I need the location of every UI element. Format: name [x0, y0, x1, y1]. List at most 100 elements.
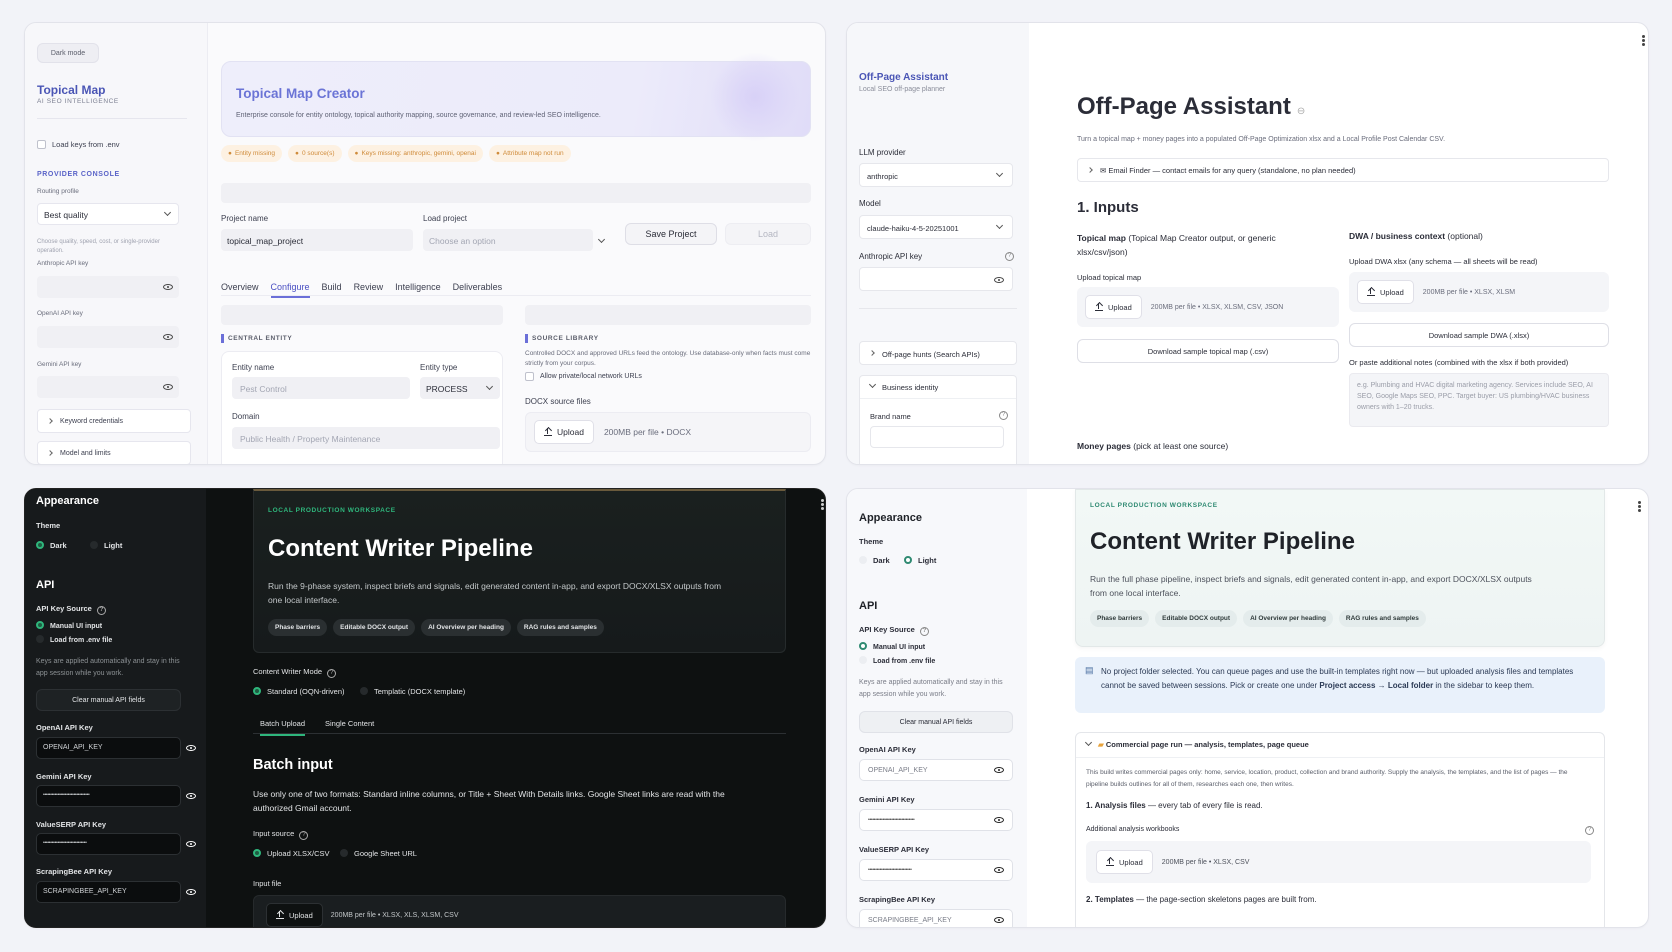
checkbox[interactable]: [525, 372, 534, 381]
help-icon[interactable]: ?: [1005, 252, 1014, 261]
load-button[interactable]: Load: [725, 223, 811, 245]
notes-textarea[interactable]: e.g. Plumbing and HVAC digital marketing…: [1349, 373, 1609, 427]
model-limits-expander[interactable]: Model and limits: [37, 441, 191, 464]
link-icon[interactable]: ⊖: [1297, 106, 1305, 117]
valueserp-input[interactable]: ••••••••••••••••••••••••••••••: [859, 859, 1013, 881]
routing-profile-select[interactable]: Best quality: [37, 203, 179, 225]
theme-light-radio[interactable]: Light: [904, 556, 936, 565]
radio-selected[interactable]: [904, 556, 912, 564]
tab-intelligence[interactable]: Intelligence: [395, 282, 441, 296]
help-icon[interactable]: ?: [299, 831, 309, 840]
eye-icon[interactable]: [186, 889, 196, 895]
clear-fields-button[interactable]: Clear manual API fields: [859, 711, 1013, 733]
download-topical-button[interactable]: Download sample topical map (.csv): [1077, 339, 1339, 363]
domain-input[interactable]: Public Health / Property Maintenance: [232, 427, 500, 449]
more-options-icon[interactable]: [821, 503, 824, 506]
help-icon[interactable]: ?: [919, 627, 929, 636]
eye-icon[interactable]: [994, 867, 1004, 873]
help-icon[interactable]: ?: [999, 411, 1008, 420]
radio-selected[interactable]: [859, 642, 867, 650]
load-env-radio[interactable]: Load from .env file: [859, 656, 935, 665]
radio[interactable]: [36, 635, 44, 643]
scrapingbee-input[interactable]: SCRAPINGBEE_API_KEY: [859, 909, 1013, 927]
eye-icon[interactable]: [994, 767, 1004, 773]
google-sheet-radio[interactable]: Google Sheet URL: [340, 849, 417, 858]
docx-dropzone[interactable]: Upload 200MB per file • DOCX: [525, 412, 811, 452]
eye-icon[interactable]: [163, 334, 173, 340]
keyword-credentials-expander[interactable]: Keyword credentials: [37, 409, 191, 433]
mode-templatic-radio[interactable]: Templatic (DOCX template): [360, 687, 465, 696]
radio[interactable]: [859, 556, 867, 564]
eye-icon[interactable]: [994, 277, 1004, 283]
more-options-icon[interactable]: [1642, 39, 1645, 42]
llm-provider-select[interactable]: anthropic: [859, 163, 1013, 187]
gemini-input[interactable]: ••••••••••••••••••••••••••••••••: [859, 809, 1013, 831]
eye-icon[interactable]: [186, 841, 196, 847]
checkbox[interactable]: [37, 140, 46, 149]
scrapingbee-input[interactable]: SCRAPINGBEE_API_KEY: [36, 881, 196, 903]
eye-icon[interactable]: [994, 917, 1004, 923]
tab-batch-upload[interactable]: Batch Upload: [260, 719, 306, 736]
gemini-input[interactable]: ••••••••••••••••••••••••••••••••: [36, 785, 196, 807]
radio[interactable]: [360, 687, 368, 695]
openai-input[interactable]: OPENAI_API_KEY: [859, 759, 1013, 781]
tab-deliverables[interactable]: Deliverables: [453, 282, 503, 296]
theme-light-radio[interactable]: Light: [90, 541, 122, 550]
upload-button[interactable]: Upload: [1096, 850, 1153, 874]
help-icon[interactable]: ?: [327, 669, 337, 678]
download-dwa-button[interactable]: Download sample DWA (.xlsx): [1349, 323, 1609, 347]
openai-input[interactable]: OPENAI_API_KEY: [36, 737, 196, 759]
commercial-run-expander[interactable]: ▰ Commercial page run — analysis, templa…: [1075, 732, 1605, 927]
tab-single-content[interactable]: Single Content: [325, 719, 374, 728]
brand-name-input[interactable]: [870, 426, 1004, 448]
manual-ui-radio[interactable]: Manual UI input: [36, 621, 102, 630]
model-select[interactable]: claude-haiku-4-5-20251001: [859, 215, 1013, 239]
anthropic-key-input[interactable]: [859, 267, 1013, 291]
eye-icon[interactable]: [994, 817, 1004, 823]
topical-dropzone[interactable]: Upload 200MB per file • XLSX, XLSM, CSV,…: [1077, 287, 1339, 327]
radio[interactable]: [90, 541, 98, 549]
eye-icon[interactable]: [163, 284, 173, 290]
entity-type-select[interactable]: PROCESS: [420, 377, 500, 399]
openai-key-input[interactable]: [37, 326, 179, 348]
tab-build[interactable]: Build: [322, 282, 342, 296]
email-finder-expander[interactable]: ✉ Email Finder — contact emails for any …: [1077, 158, 1609, 182]
upload-button[interactable]: Upload: [534, 420, 594, 444]
radio-selected[interactable]: [36, 621, 44, 629]
eye-icon[interactable]: [186, 745, 196, 751]
entity-name-input[interactable]: Pest Control: [232, 377, 410, 399]
help-icon[interactable]: ?: [1585, 826, 1594, 835]
offpage-hunts-expander[interactable]: Off-page hunts (Search APIs): [859, 341, 1017, 365]
radio[interactable]: [859, 656, 867, 664]
anthropic-key-input[interactable]: [37, 276, 179, 298]
upload-button[interactable]: Upload: [266, 903, 323, 927]
allow-private-row[interactable]: Allow private/local network URLs: [525, 372, 642, 381]
input-file-dropzone[interactable]: Upload 200MB per file • XLSX, XLS, XLSM,…: [253, 895, 786, 927]
project-name-input[interactable]: topical_map_project: [221, 229, 413, 251]
radio[interactable]: [340, 849, 348, 857]
radio-selected[interactable]: [253, 849, 261, 857]
eye-icon[interactable]: [163, 384, 173, 390]
radio-selected[interactable]: [253, 687, 261, 695]
tab-review[interactable]: Review: [354, 282, 384, 296]
dark-mode-button[interactable]: Dark mode: [37, 43, 99, 63]
save-project-button[interactable]: Save Project: [625, 223, 717, 245]
upload-button[interactable]: Upload: [1085, 295, 1142, 319]
tab-overview[interactable]: Overview: [221, 282, 259, 296]
help-icon[interactable]: ?: [96, 606, 106, 615]
manual-ui-radio[interactable]: Manual UI input: [859, 642, 925, 651]
upload-xlsx-radio[interactable]: Upload XLSX/CSV: [253, 849, 330, 858]
mode-standard-radio[interactable]: Standard (OQN-driven): [253, 687, 345, 696]
eye-icon[interactable]: [186, 793, 196, 799]
load-keys-checkbox-row[interactable]: Load keys from .env: [37, 140, 120, 149]
more-options-icon[interactable]: [1638, 505, 1641, 508]
theme-dark-radio[interactable]: Dark: [36, 541, 67, 550]
business-identity-expander[interactable]: Business identity Brand name ?: [859, 375, 1017, 464]
load-env-radio[interactable]: Load from .env file: [36, 635, 112, 644]
clear-fields-button[interactable]: Clear manual API fields: [36, 689, 181, 711]
workbooks-dropzone[interactable]: Upload 200MB per file • XLSX, CSV: [1086, 841, 1591, 883]
theme-dark-radio[interactable]: Dark: [859, 556, 890, 565]
dwa-dropzone[interactable]: Upload 200MB per file • XLSX, XLSM: [1349, 272, 1609, 312]
load-project-select[interactable]: Choose an option: [423, 229, 593, 251]
radio-selected[interactable]: [36, 541, 44, 549]
